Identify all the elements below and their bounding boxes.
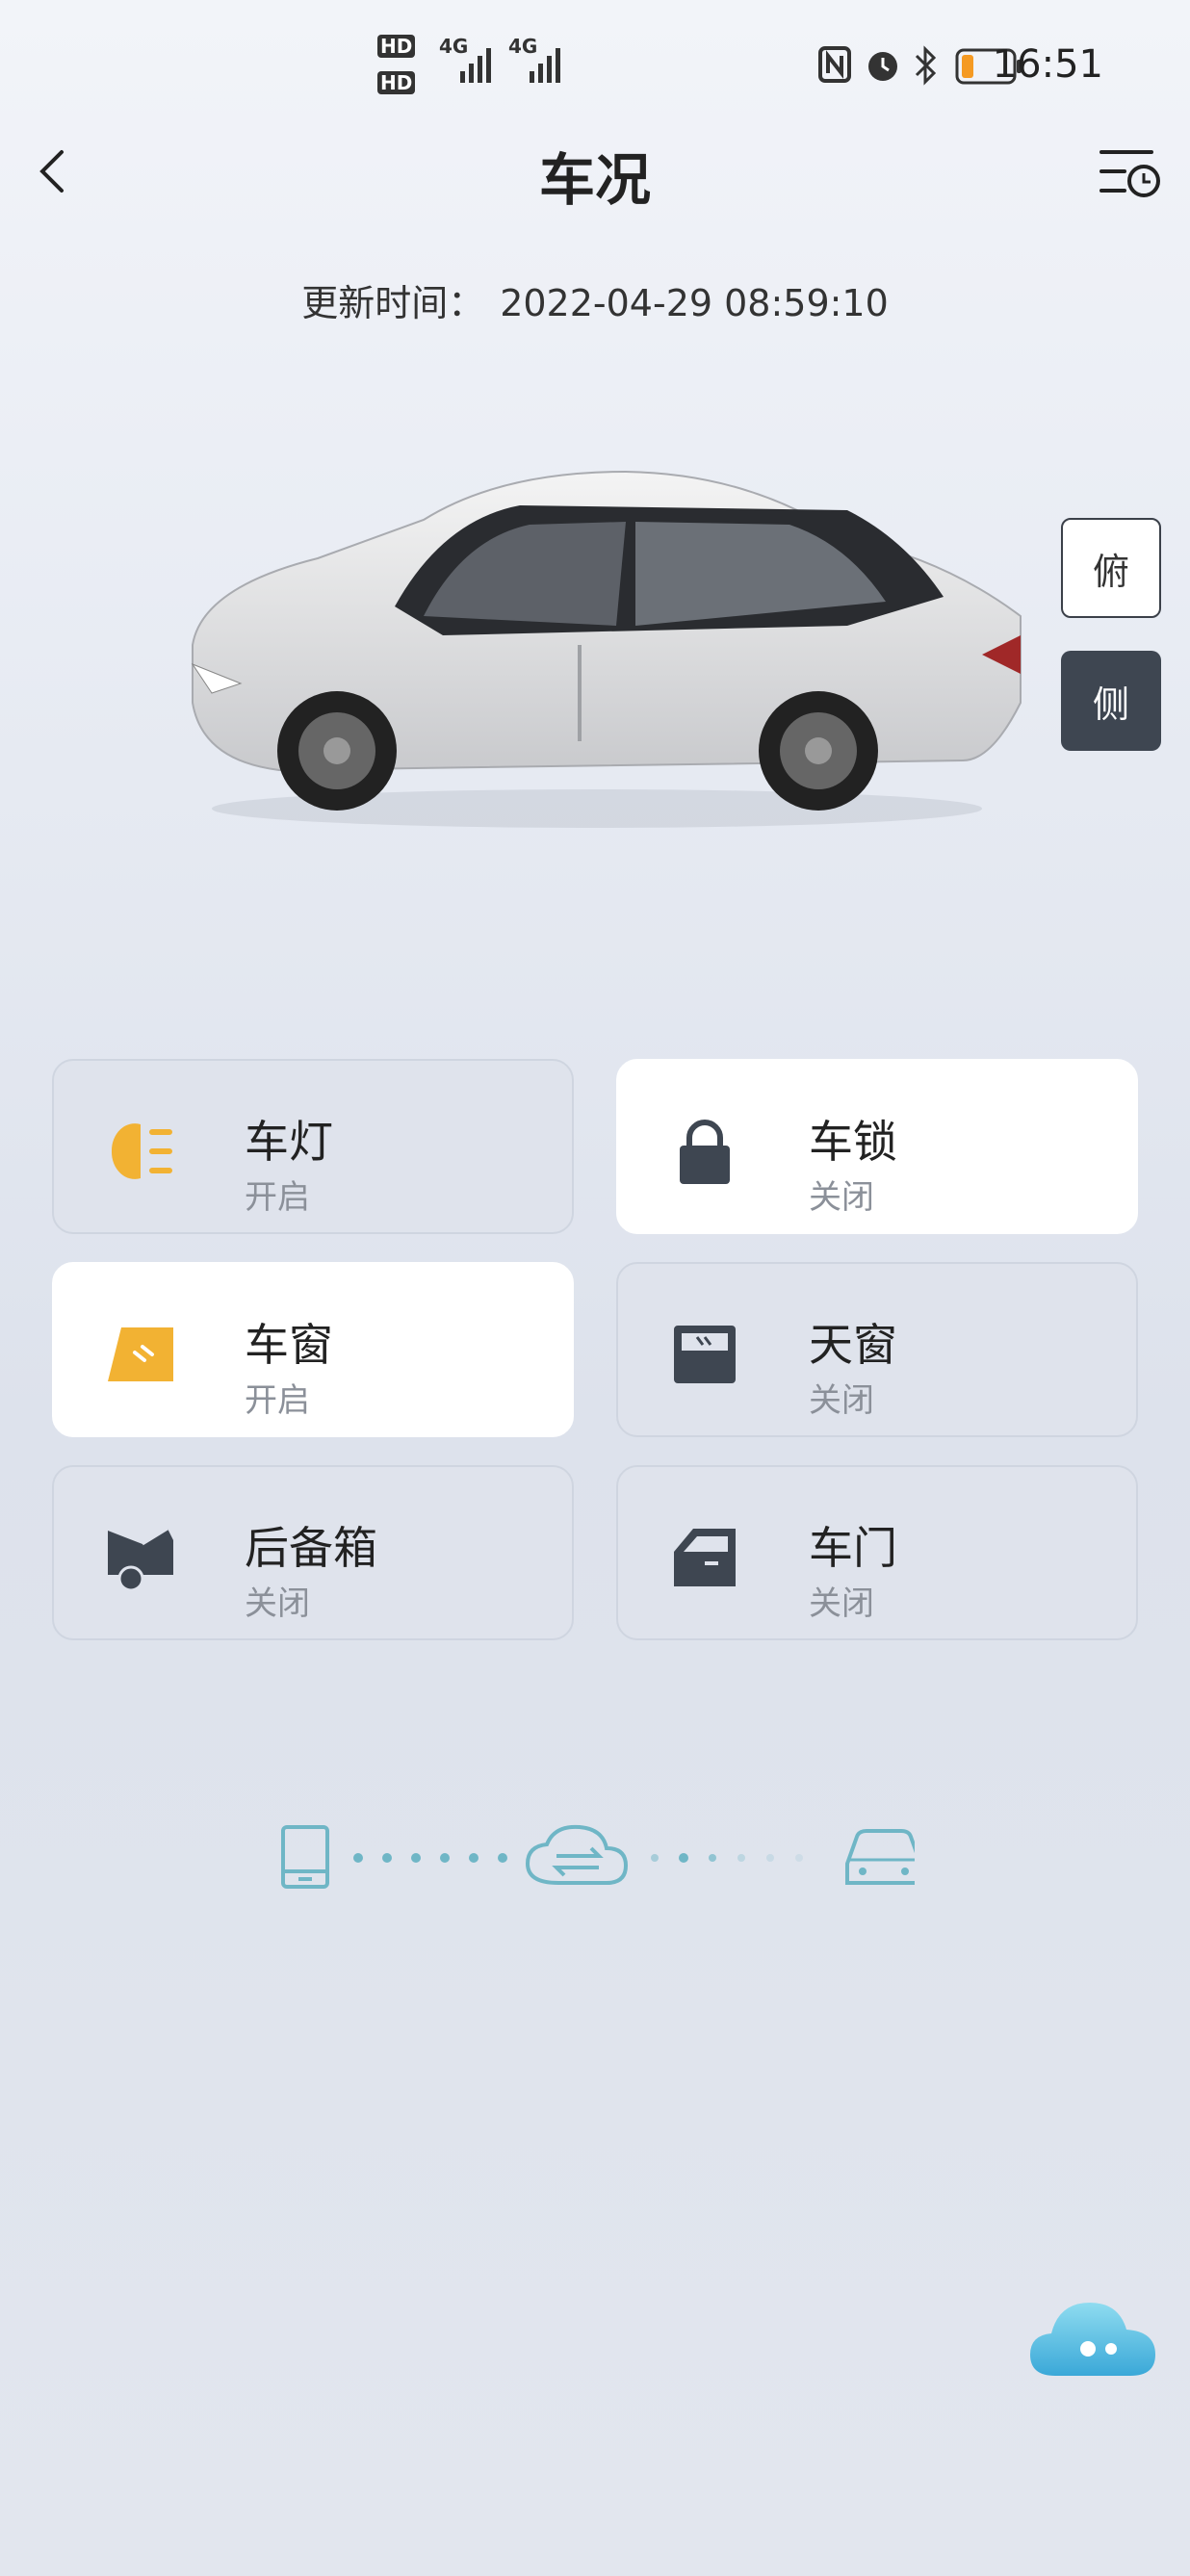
history-list-icon[interactable] [1098, 142, 1161, 200]
nfc-icon [818, 46, 851, 83]
phone-icon [281, 1825, 329, 1889]
alarm-icon [868, 52, 897, 81]
sim2-indicator: HD [377, 71, 416, 94]
card-lock[interactable]: 车锁 关闭 [616, 1059, 1138, 1234]
card-name: 天窗 [809, 1319, 897, 1371]
card-window[interactable]: 车窗 开启 [52, 1262, 574, 1437]
connection-status [281, 1824, 915, 1889]
card-state: 关闭 [809, 1584, 874, 1623]
card-name: 车窗 [245, 1319, 333, 1371]
update-time: 更新时间： 2022-04-29 08:59:10 [0, 273, 1190, 326]
card-door[interactable]: 车门 关闭 [616, 1465, 1138, 1640]
sim1-indicator: HD [377, 35, 416, 58]
status-bar: HD HD 4G 4G 16:51 [0, 0, 1190, 135]
view-side-button[interactable]: 侧 [1061, 651, 1161, 751]
assistant-cloud-icon[interactable] [1026, 2291, 1161, 2387]
signal2-icon [530, 48, 560, 83]
card-name: 后备箱 [245, 1522, 377, 1574]
window-icon [108, 1327, 173, 1381]
cloud-sync-icon [525, 1824, 629, 1885]
card-state: 关闭 [809, 1178, 874, 1217]
update-value: 2022-04-29 08:59:10 [500, 282, 889, 324]
card-name: 车灯 [245, 1116, 333, 1168]
car-icon [845, 1829, 915, 1885]
card-state: 关闭 [809, 1381, 874, 1420]
headlight-icon [111, 1123, 172, 1179]
bluetooth-icon [915, 45, 937, 86]
signal1-icon [460, 48, 491, 83]
trunk-icon [108, 1527, 173, 1592]
card-state: 关闭 [245, 1584, 310, 1623]
clock: 16:51 [992, 42, 1103, 87]
card-name: 车门 [809, 1522, 897, 1574]
card-headlight[interactable]: 车灯 开启 [52, 1059, 574, 1234]
view-top-button[interactable]: 俯 [1061, 518, 1161, 618]
card-state: 开启 [245, 1178, 310, 1217]
lock-icon [680, 1120, 730, 1184]
sunroof-icon [674, 1326, 736, 1383]
card-name: 车锁 [809, 1116, 897, 1168]
card-sunroof[interactable]: 天窗 关闭 [616, 1262, 1138, 1437]
car-image [191, 470, 1022, 828]
card-state: 开启 [245, 1381, 310, 1420]
page-title: 车况 [538, 147, 651, 213]
update-label: 更新时间： [301, 282, 485, 324]
card-trunk[interactable]: 后备箱 关闭 [52, 1465, 574, 1640]
door-icon [674, 1529, 736, 1586]
